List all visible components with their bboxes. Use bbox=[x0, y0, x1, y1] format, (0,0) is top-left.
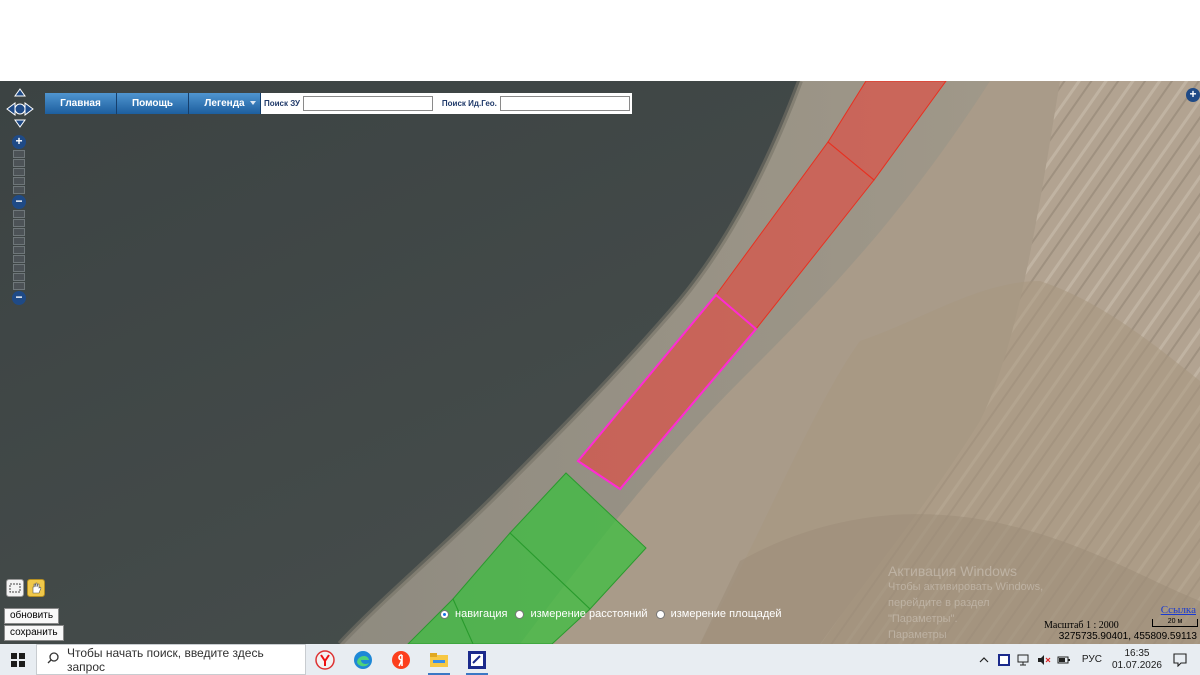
taskbar-search[interactable]: Чтобы начать поиск, введите здесь запрос bbox=[36, 644, 306, 675]
windows-taskbar: Чтобы начать поиск, введите здесь запрос… bbox=[0, 644, 1200, 675]
watermark-title: Активация Windows bbox=[888, 563, 1018, 579]
hand-pan-icon[interactable] bbox=[27, 579, 45, 597]
pan-down-icon[interactable] bbox=[14, 119, 26, 128]
zoom-level[interactable] bbox=[13, 177, 25, 185]
pan-up-icon[interactable] bbox=[14, 88, 26, 97]
zoom-bar[interactable]: + − − bbox=[12, 135, 28, 306]
zoom-level[interactable] bbox=[13, 159, 25, 167]
file-explorer-icon[interactable] bbox=[420, 644, 458, 675]
chevron-up-icon[interactable] bbox=[976, 652, 992, 668]
zoom-out-button[interactable]: − bbox=[12, 291, 26, 305]
watermark-text: Чтобы активировать Windows, перейдите в … bbox=[888, 581, 1044, 625]
legend-button[interactable]: Легенда bbox=[189, 93, 261, 114]
radio-area[interactable] bbox=[655, 609, 665, 619]
pan-left-icon[interactable] bbox=[6, 102, 16, 116]
save-button[interactable]: сохранить bbox=[4, 625, 64, 641]
mode-distance-label: измерение расстояний bbox=[530, 608, 648, 620]
edge-icon[interactable] bbox=[344, 644, 382, 675]
radio-navigation[interactable] bbox=[440, 609, 449, 619]
language-indicator[interactable]: РУС bbox=[1082, 654, 1102, 665]
mode-distance[interactable]: измерение расстояний bbox=[515, 608, 648, 620]
search-panel: Поиск ЗУ Поиск Ид.Гео. bbox=[261, 93, 632, 114]
watermark-link: Параметры bbox=[888, 629, 947, 641]
system-tray: РУС 16:35 01.07.2026 bbox=[976, 644, 1200, 675]
legend-label: Легенда bbox=[204, 98, 245, 109]
zoom-level[interactable] bbox=[13, 219, 25, 227]
parcel-selected[interactable] bbox=[576, 293, 758, 491]
pan-control[interactable] bbox=[6, 87, 34, 129]
scale-bar-label: 20 м bbox=[1167, 618, 1183, 625]
refresh-button[interactable]: обновить bbox=[4, 608, 60, 624]
app-icon[interactable] bbox=[458, 644, 496, 675]
mode-area[interactable]: измерение площадей bbox=[655, 608, 782, 620]
zoom-in-button[interactable]: + bbox=[12, 135, 26, 149]
zoom-level[interactable] bbox=[13, 237, 25, 245]
windows-logo-icon bbox=[11, 652, 25, 667]
zoom-level[interactable] bbox=[13, 150, 25, 158]
network-icon[interactable] bbox=[1016, 652, 1032, 668]
scale-bar: 20 м bbox=[1152, 618, 1198, 627]
zoom-level[interactable] bbox=[13, 282, 25, 290]
tool-icons bbox=[6, 579, 45, 597]
taskbar-search-placeholder: Чтобы начать поиск, введите здесь запрос bbox=[67, 645, 264, 674]
parcel-layer bbox=[407, 81, 947, 644]
layer-switcher-button[interactable]: + bbox=[1186, 88, 1200, 102]
notifications-icon[interactable] bbox=[1172, 652, 1188, 668]
parcel-red-2[interactable] bbox=[715, 141, 875, 330]
activation-watermark: Активация Windows Чтобы активировать Win… bbox=[888, 563, 1058, 643]
chevron-down-icon bbox=[250, 101, 256, 105]
zoom-level[interactable] bbox=[13, 273, 25, 281]
mode-area-label: измерение площадей bbox=[670, 608, 782, 620]
zoom-slider-handle[interactable]: − bbox=[12, 195, 26, 209]
search-zu-input[interactable] bbox=[302, 96, 433, 111]
cursor-coordinates: 3275735.90401, 455809.59113 bbox=[1058, 631, 1197, 642]
zoom-level[interactable] bbox=[13, 264, 25, 272]
app-tray-icon[interactable] bbox=[996, 652, 1012, 668]
pan-right-icon[interactable] bbox=[24, 102, 34, 116]
volume-muted-icon[interactable] bbox=[1036, 652, 1052, 668]
yandex-browser-icon[interactable] bbox=[306, 644, 344, 675]
radio-distance[interactable] bbox=[515, 609, 525, 619]
mode-selector: навигация измерение расстояний измерение… bbox=[440, 608, 790, 620]
search-zu-label: Поиск ЗУ bbox=[264, 99, 300, 108]
clock[interactable]: 16:35 01.07.2026 bbox=[1112, 648, 1162, 672]
scale-text: Масштаб 1 : 2000 bbox=[1044, 620, 1119, 631]
zoom-box-icon[interactable] bbox=[6, 579, 24, 597]
top-blank-area bbox=[0, 0, 1200, 81]
permalink[interactable]: Ссылка bbox=[1161, 604, 1196, 616]
search-geo-input[interactable] bbox=[499, 96, 630, 111]
yandex-icon[interactable] bbox=[382, 644, 420, 675]
zoom-level[interactable] bbox=[13, 228, 25, 236]
clock-time: 16:35 bbox=[1124, 647, 1150, 659]
zoom-level[interactable] bbox=[13, 246, 25, 254]
search-icon bbox=[47, 652, 59, 667]
zoom-level[interactable] bbox=[13, 186, 25, 194]
start-button[interactable] bbox=[0, 644, 36, 675]
mode-navigation-label: навигация bbox=[455, 608, 508, 620]
map-viewport[interactable]: + − − Главная Помощь Легенда Поиск ЗУ По… bbox=[0, 81, 1200, 644]
zoom-level[interactable] bbox=[13, 168, 25, 176]
mode-navigation[interactable]: навигация bbox=[440, 608, 507, 620]
search-geo-label: Поиск Ид.Гео. bbox=[441, 99, 497, 108]
clock-date: 01.07.2026 bbox=[1111, 659, 1162, 671]
top-toolbar: Главная Помощь Легенда Поиск ЗУ Поиск Ид… bbox=[45, 93, 632, 114]
help-button[interactable]: Помощь bbox=[117, 93, 189, 114]
zoom-level[interactable] bbox=[13, 255, 25, 263]
battery-icon[interactable] bbox=[1056, 652, 1072, 668]
main-button[interactable]: Главная bbox=[45, 93, 117, 114]
zoom-level[interactable] bbox=[13, 210, 25, 218]
